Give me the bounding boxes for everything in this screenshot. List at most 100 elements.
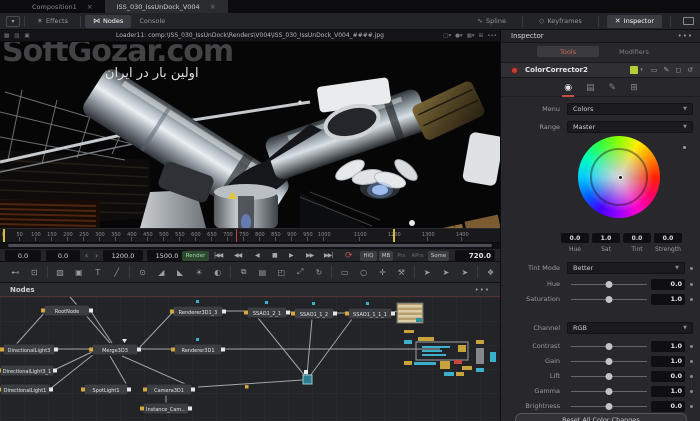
background-icon[interactable]: ▧ — [53, 265, 67, 279]
correction-tab-icon[interactable]: ◉ — [562, 83, 574, 97]
node-connection[interactable] — [53, 351, 93, 371]
play3-icon[interactable]: ➤ — [458, 265, 472, 279]
slider-value-field[interactable]: 1.0 — [651, 355, 685, 367]
suppress-tab-icon[interactable]: ✎ — [609, 83, 617, 93]
channel-dropdown-icon[interactable]: ▢▾ — [443, 33, 451, 39]
node-input-dot[interactable] — [81, 387, 85, 392]
render-end-field[interactable]: 1200.0 — [103, 250, 143, 261]
transport-button[interactable]: ■ — [272, 250, 278, 261]
options-tab-icon[interactable]: ⊞ — [630, 83, 638, 93]
node-input-dot[interactable] — [0, 387, 1, 392]
effects-button[interactable]: ✶ Effects — [29, 15, 76, 28]
node-output-dot[interactable] — [191, 387, 195, 392]
slider-contrast[interactable] — [571, 340, 647, 352]
close-icon[interactable]: × — [87, 3, 93, 11]
slider-value-field[interactable]: 0.0 — [651, 400, 685, 412]
node-output-dot[interactable] — [54, 347, 58, 352]
global-end-field[interactable]: 1500.0 — [147, 250, 187, 261]
render-range-start-marker[interactable] — [3, 229, 5, 242]
render-range-end-marker[interactable] — [393, 229, 395, 242]
node-cluster-item[interactable] — [456, 372, 464, 376]
node-cluster-item[interactable] — [476, 348, 484, 364]
slider-thumb[interactable] — [605, 280, 613, 288]
slider-gamma[interactable] — [571, 385, 647, 397]
node-cluster-item[interactable] — [414, 362, 436, 365]
node-input-dot[interactable] — [0, 368, 1, 373]
node-connection[interactable] — [11, 310, 47, 350]
keyframe-dot[interactable] — [690, 389, 693, 393]
loader-icon[interactable]: ⊷ — [9, 265, 23, 279]
keyframe-dot[interactable] — [690, 266, 693, 270]
keyframe-dot[interactable] — [690, 297, 693, 301]
polygon-mask-icon[interactable]: ✛ — [376, 265, 390, 279]
node-cluster-item[interactable] — [404, 340, 412, 344]
slider-value-field[interactable]: 1.0 — [651, 385, 685, 397]
view-indicator-dot[interactable] — [196, 338, 199, 341]
node-connection[interactable] — [69, 297, 111, 344]
timeline-ruler[interactable]: 0501001502002503003504004505005506006507… — [0, 228, 500, 243]
transport-button[interactable]: ▶ — [289, 250, 294, 261]
node-cluster-item[interactable] — [462, 366, 472, 370]
node-cluster-item[interactable] — [422, 354, 446, 356]
wheel-field-value[interactable]: 1.0 — [592, 233, 620, 243]
node-connection[interactable] — [197, 379, 304, 388]
timeline-scrollbar[interactable] — [8, 244, 492, 247]
play2-icon[interactable]: ➤ — [439, 265, 453, 279]
split-view-icon[interactable]: ⊞ — [479, 33, 484, 39]
paint-icon[interactable]: ╱ — [110, 265, 124, 279]
node-underlay3d[interactable] — [302, 374, 313, 385]
histogram-tab-icon[interactable]: ▤ — [586, 83, 595, 93]
render-button[interactable]: Render — [182, 250, 209, 261]
node-input-dot[interactable] — [244, 310, 248, 315]
color-wheel[interactable] — [578, 136, 660, 218]
console-button[interactable]: Console — [131, 15, 173, 28]
inspector-button[interactable]: ✕ Inspector — [606, 14, 662, 28]
mattecontrol-icon[interactable]: ◰ — [274, 265, 288, 279]
node-connection[interactable] — [89, 309, 113, 344]
node-output-dot[interactable] — [127, 387, 131, 392]
keyframe-dot[interactable] — [683, 146, 686, 149]
quality-some-button[interactable]: Some — [428, 250, 449, 261]
color-wheel-marker[interactable] — [618, 175, 623, 180]
resize-icon[interactable]: ⤢ — [293, 265, 307, 279]
node-connection[interactable] — [309, 318, 353, 377]
node-input-dot[interactable] — [41, 308, 45, 313]
node-connection[interactable] — [139, 311, 174, 348]
text-icon[interactable]: T — [91, 265, 105, 279]
wheel-field-value[interactable]: 0.0 — [561, 233, 589, 243]
close-icon[interactable]: × — [210, 3, 216, 11]
reset-icon[interactable]: ↺ — [687, 66, 693, 74]
view-indicator-dot[interactable] — [312, 302, 315, 305]
view-indicator-dot[interactable] — [366, 302, 369, 305]
slider-value-field[interactable]: 0.0 — [651, 278, 685, 290]
slider-thumb[interactable] — [605, 357, 613, 365]
node-cluster-item[interactable] — [422, 350, 442, 352]
node-output-dot[interactable] — [137, 347, 141, 352]
scale-dropdown-icon[interactable]: ▦▾ — [467, 33, 475, 39]
node-output-dot[interactable] — [304, 370, 308, 374]
colorcurves-icon[interactable]: ◢ — [154, 265, 168, 279]
slider-thumb[interactable] — [605, 342, 613, 350]
node-input-dot[interactable] — [140, 406, 144, 411]
node-cluster-item[interactable] — [490, 352, 496, 362]
colorcorrector-icon[interactable]: ⊙ — [136, 265, 150, 279]
slider-brightness[interactable] — [571, 400, 647, 412]
node-output-dot[interactable] — [391, 311, 395, 316]
render-start-field[interactable]: 0.0 — [46, 250, 80, 261]
slider-thumb[interactable] — [605, 387, 613, 395]
node-output-dot[interactable] — [333, 311, 337, 316]
huecurves-icon[interactable]: ◣ — [173, 265, 187, 279]
quality-mb-button[interactable]: MB — [379, 250, 393, 261]
fastnoise-icon[interactable]: ▣ — [72, 265, 86, 279]
wheel-field-value[interactable]: 0.0 — [623, 233, 651, 243]
merge-icon[interactable]: ⧉ — [237, 265, 251, 279]
node-cluster-item[interactable] — [476, 368, 484, 372]
tool-enable-dot[interactable] — [511, 66, 518, 74]
slider-value-field[interactable]: 1.0 — [651, 293, 685, 305]
node-input-dot[interactable] — [291, 311, 295, 316]
node-input-dot[interactable] — [0, 347, 4, 352]
versions-icon[interactable]: ▭ — [651, 66, 658, 74]
global-start-field[interactable]: 0.0 — [5, 250, 41, 261]
node-cluster-item[interactable] — [458, 345, 466, 352]
slider-thumb[interactable] — [605, 402, 613, 410]
